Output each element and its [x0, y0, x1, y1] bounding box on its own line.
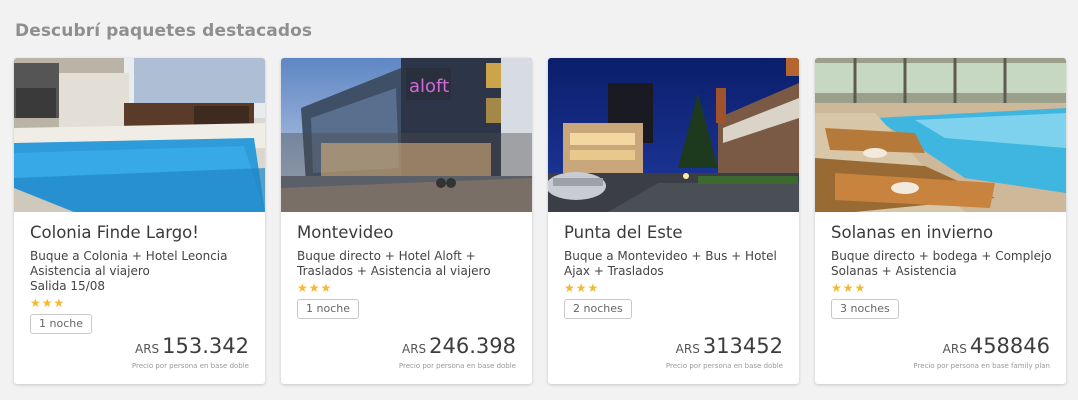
package-departure: Salida 15/08: [30, 279, 106, 293]
card-body: Solanas en invierno Buque directo + bode…: [831, 222, 1054, 384]
price-note: Precio por persona en base doble: [665, 362, 783, 370]
package-title: Colonia Finde Largo!: [30, 223, 199, 242]
package-description: Buque a Montevideo + Bus + Hotel Ajax + …: [564, 249, 777, 278]
nights-badge: 1 noche: [30, 314, 92, 334]
price-note: Precio por persona en base doble: [131, 362, 249, 370]
package-card-punta-del-este[interactable]: Punta del Este Buque a Montevideo + Bus …: [548, 58, 799, 384]
rating-stars-icon: ★★★: [564, 281, 600, 295]
package-image-solanas-indoor-pool[interactable]: [815, 58, 1066, 212]
card-body: Montevideo Buque directo + Hotel Aloft +…: [297, 222, 520, 384]
rating-stars-icon: ★★★: [297, 281, 333, 295]
rating-stars-icon: ★★★: [831, 281, 867, 295]
package-title: Montevideo: [297, 223, 394, 242]
price-amount: 313452: [702, 334, 783, 358]
price-note: Precio por persona en base family plan: [913, 362, 1050, 370]
package-price: ARS 246.398: [402, 334, 516, 358]
price-currency: ARS: [942, 342, 967, 356]
package-image-montevideo-hotel[interactable]: aloft: [281, 58, 532, 212]
price-currency: ARS: [401, 342, 427, 356]
svg-text:aloft: aloft: [409, 76, 449, 97]
price-amount: 246.398: [429, 334, 516, 358]
nights-badge: 1 noche: [297, 299, 359, 319]
nights-badge: 2 noches: [564, 299, 632, 319]
package-description: Buque a Colonia + Hotel Leoncia Asistenc…: [30, 249, 228, 278]
package-image-colonia-pool[interactable]: [14, 58, 265, 212]
package-card-montevideo[interactable]: aloft Montevideo Buque directo + Hotel A…: [281, 58, 532, 384]
package-price: ARS 313452: [676, 334, 783, 358]
package-price: ARS 153.342: [135, 334, 249, 358]
package-image-punta-del-este-night[interactable]: [548, 58, 799, 212]
package-description: Buque directo + Hotel Aloft + Traslados …: [297, 249, 491, 278]
package-card-solanas[interactable]: Solanas en invierno Buque directo + bode…: [815, 58, 1066, 384]
package-description: Buque directo + bodega + Complejo Solana…: [831, 249, 1052, 278]
package-title: Punta del Este: [564, 223, 683, 242]
package-price: ARS 458846: [943, 334, 1050, 358]
package-card-colonia[interactable]: Colonia Finde Largo! Buque a Colonia + H…: [14, 58, 265, 384]
price-note: Precio por persona en base doble: [398, 362, 516, 370]
price-amount: 153.342: [162, 334, 249, 358]
price-currency: ARS: [675, 342, 700, 356]
card-body: Colonia Finde Largo! Buque a Colonia + H…: [30, 222, 253, 384]
package-title: Solanas en invierno: [831, 223, 994, 242]
nights-badge: 3 noches: [831, 299, 899, 319]
rating-stars-icon: ★★★: [30, 296, 66, 310]
price-currency: ARS: [134, 342, 160, 356]
section-title: Descubrí paquetes destacados: [15, 21, 313, 41]
card-body: Punta del Este Buque a Montevideo + Bus …: [564, 222, 787, 384]
price-amount: 458846: [969, 334, 1050, 358]
